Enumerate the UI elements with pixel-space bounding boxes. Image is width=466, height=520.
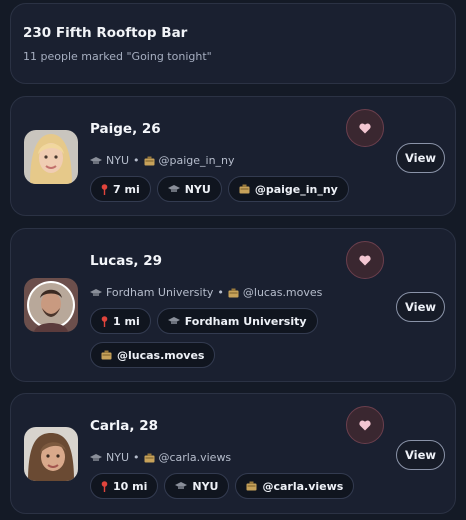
distance-chip: 1 mi	[90, 308, 151, 334]
person-card: Paige, 26 NYU • @paige_in_ny 7 mi NYU @p…	[10, 96, 456, 216]
person-meta: Fordham University • @lucas.moves	[90, 286, 322, 299]
map-pin-icon	[101, 480, 108, 492]
graduation-cap-icon	[90, 288, 102, 296]
handle-chip-text: @lucas.moves	[117, 348, 205, 362]
camera-icon	[101, 350, 112, 360]
camera-icon	[144, 156, 154, 165]
school-text: NYU	[106, 451, 129, 464]
school-chip: NYU	[156, 176, 222, 202]
handle-chip: @lucas.moves	[90, 342, 216, 368]
graduation-cap-icon	[90, 453, 102, 461]
graduation-cap-icon	[167, 185, 180, 192]
heart-icon	[359, 255, 371, 265]
school-chip-text: Fordham University	[184, 314, 307, 328]
separator-dot: •	[133, 451, 140, 464]
handle-text: @lucas.moves	[242, 286, 323, 299]
person-card: Lucas, 29 Fordham University • @lucas.mo…	[10, 228, 456, 382]
graduation-cap-icon	[175, 482, 188, 489]
tag-chips: 1 mi Fordham University @lucas.moves	[90, 308, 380, 368]
person-name: Paige, 26	[90, 121, 161, 137]
distance-text: 1 mi	[113, 314, 140, 328]
view-profile-button[interactable]: View	[396, 440, 445, 470]
venue-title: 230 Fifth Rooftop Bar	[23, 25, 188, 41]
separator-dot: •	[133, 154, 140, 167]
heart-icon	[359, 420, 371, 430]
person-meta: NYU • @paige_in_ny	[90, 154, 235, 167]
school-chip: Fordham University	[156, 308, 318, 334]
avatar[interactable]	[24, 278, 78, 332]
person-name: Lucas, 29	[90, 253, 162, 269]
map-pin-icon	[101, 183, 108, 195]
school-chip-text: NYU	[192, 479, 219, 493]
handle-text: @paige_in_ny	[158, 154, 235, 167]
venue-header-card: 230 Fifth Rooftop Bar 11 people marked "…	[10, 3, 456, 84]
like-button[interactable]	[346, 406, 384, 444]
person-name: Carla, 28	[90, 418, 159, 434]
handle-chip: @carla.views	[235, 473, 355, 499]
school-text: Fordham University	[106, 286, 214, 299]
distance-chip: 7 mi	[90, 176, 151, 202]
heart-icon	[359, 123, 371, 133]
camera-icon	[228, 288, 239, 297]
tag-chips: 7 mi NYU @paige_in_ny	[90, 176, 380, 202]
view-profile-button[interactable]: View	[396, 143, 445, 173]
graduation-cap-icon	[167, 317, 180, 324]
school-chip-text: NYU	[184, 182, 211, 196]
tag-chips: 10 mi NYU @carla.views	[90, 473, 380, 499]
camera-icon	[239, 184, 250, 194]
view-profile-button[interactable]: View	[396, 292, 445, 322]
distance-chip: 10 mi	[90, 473, 159, 499]
avatar[interactable]	[24, 130, 78, 184]
handle-chip-text: @carla.views	[262, 479, 344, 493]
person-meta: NYU • @carla.views	[90, 451, 231, 464]
handle-text: @carla.views	[158, 451, 232, 464]
going-count: 11 people marked "Going tonight"	[23, 50, 212, 63]
distance-text: 7 mi	[113, 182, 140, 196]
map-pin-icon	[101, 315, 108, 327]
school-text: NYU	[106, 154, 129, 167]
handle-chip: @paige_in_ny	[227, 176, 349, 202]
distance-text: 10 mi	[113, 479, 148, 493]
avatar[interactable]	[24, 427, 78, 481]
handle-chip-text: @paige_in_ny	[254, 182, 338, 196]
person-card: Carla, 28 NYU • @carla.views 10 mi NYU @…	[10, 393, 456, 514]
camera-icon	[144, 453, 154, 462]
school-chip: NYU	[164, 473, 230, 499]
separator-dot: •	[217, 286, 224, 299]
like-button[interactable]	[346, 241, 384, 279]
like-button[interactable]	[346, 109, 384, 147]
graduation-cap-icon	[90, 156, 102, 164]
camera-icon	[246, 481, 257, 491]
